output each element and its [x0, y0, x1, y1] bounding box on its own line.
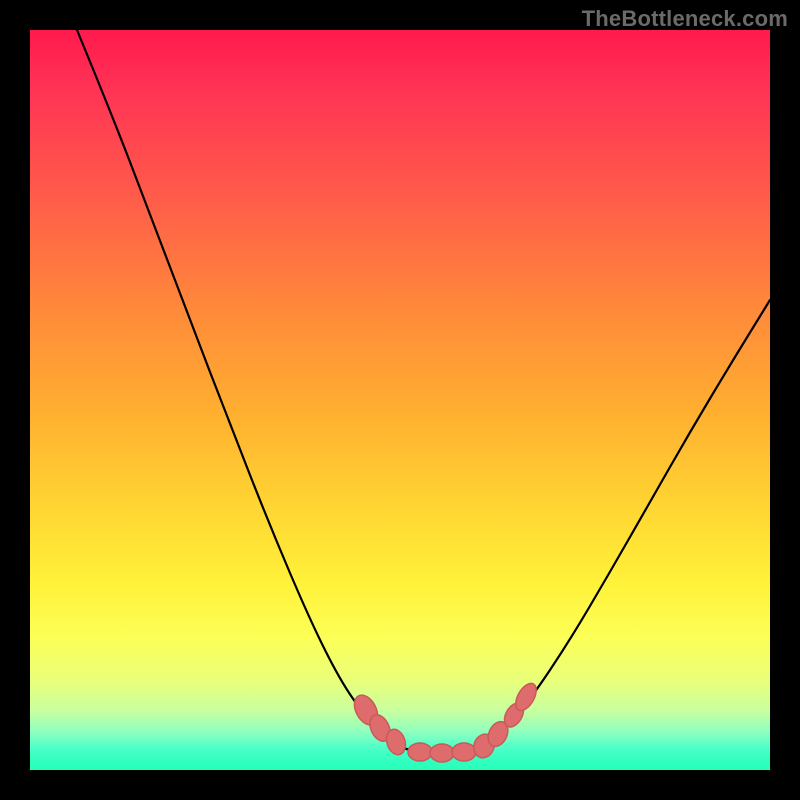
curve-marker — [452, 743, 476, 761]
curve-marker — [408, 743, 432, 761]
plot-area — [30, 30, 770, 770]
chart-frame: TheBottleneck.com — [0, 0, 800, 800]
watermark-text: TheBottleneck.com — [582, 6, 788, 32]
bottleneck-curve — [77, 30, 770, 753]
curve-marker — [430, 744, 454, 762]
chart-svg — [30, 30, 770, 770]
marker-group — [350, 680, 541, 762]
